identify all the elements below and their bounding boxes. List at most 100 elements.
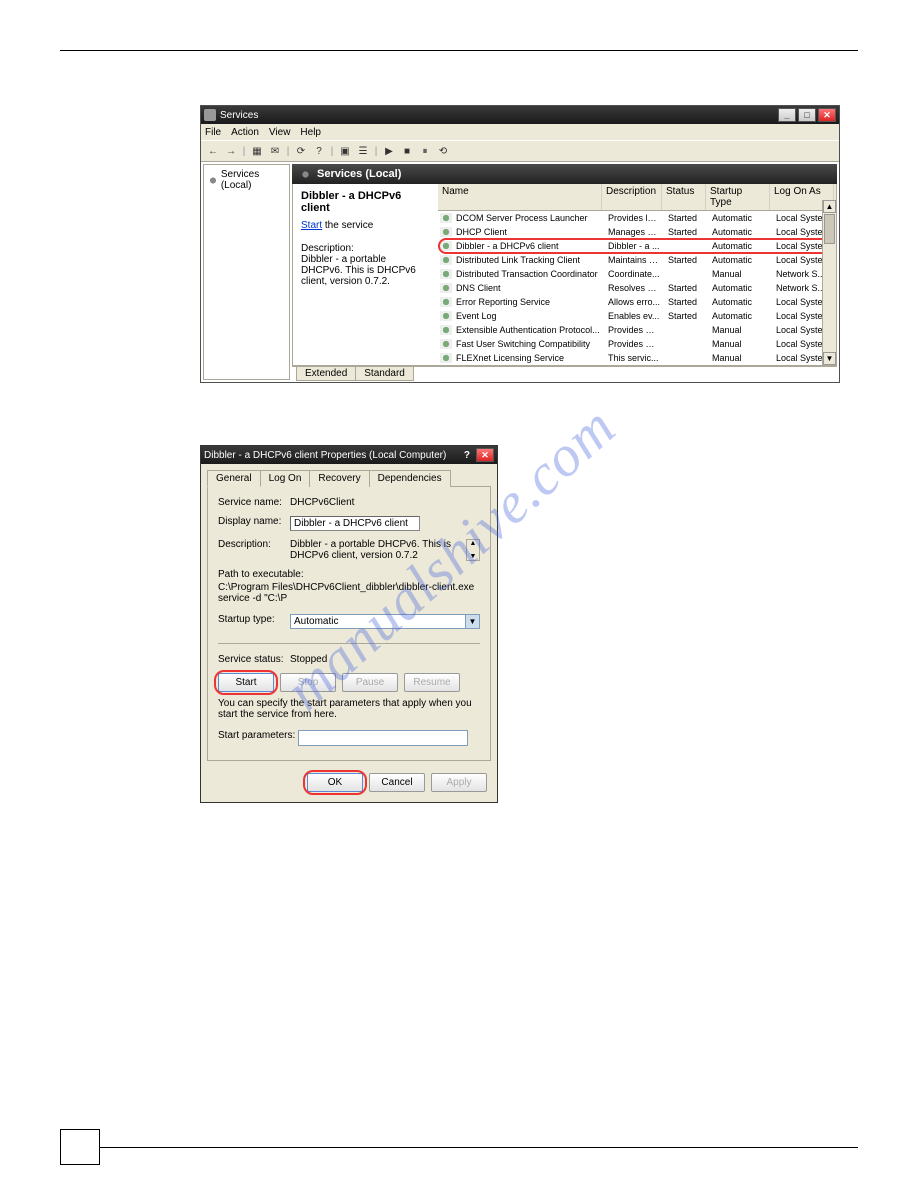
column-headers[interactable]: Name Description Status Startup Type Log…: [438, 184, 836, 211]
service-row-icon: [440, 283, 452, 293]
table-row[interactable]: DCOM Server Process LauncherProvides la.…: [438, 211, 836, 225]
services-menubar: File Action View Help: [201, 124, 839, 140]
table-row[interactable]: Dibbler - a DHCPv6 clientDibbler - a ...…: [438, 239, 836, 253]
menu-file[interactable]: File: [205, 127, 221, 138]
resume-button: Resume: [404, 673, 460, 692]
services-toolbar: ← → | ▦ ✉ | ⟳ ? | ▣ ☰ | ▶ ■ ⏸ ⟲: [201, 140, 839, 162]
tab-logon[interactable]: Log On: [260, 470, 311, 487]
play-icon[interactable]: ▶: [381, 143, 397, 159]
properties-dialog: Dibbler - a DHCPv6 client Properties (Lo…: [200, 445, 498, 803]
start-button[interactable]: Start: [218, 673, 274, 692]
col-startup[interactable]: Startup Type: [706, 184, 770, 210]
services-tree[interactable]: Services (Local): [203, 164, 290, 380]
service-row-icon: [440, 213, 452, 223]
gear-icon: [300, 169, 311, 180]
startup-type-select[interactable]: Automatic ▼: [290, 614, 480, 629]
help-icon[interactable]: ?: [311, 143, 327, 159]
service-name-label: Service name:: [218, 497, 290, 508]
path-value: C:\Program Files\DHCPv6Client_dibbler\di…: [218, 582, 480, 604]
description-label: Description:: [218, 539, 290, 550]
page-footer: [60, 1147, 858, 1148]
table-row[interactable]: Event LogEnables ev...StartedAutomaticLo…: [438, 309, 836, 323]
services-panel-header: Services (Local): [292, 164, 837, 184]
table-row[interactable]: Distributed Link Tracking ClientMaintain…: [438, 253, 836, 267]
scroll-down-icon[interactable]: ▼: [823, 352, 836, 365]
service-row-icon: [440, 241, 452, 251]
context-help-icon[interactable]: ?: [464, 450, 470, 461]
minimize-button[interactable]: _: [778, 108, 796, 122]
table-row[interactable]: Fast User Switching CompatibilityProvide…: [438, 337, 836, 351]
scroll-up-icon[interactable]: ▲: [823, 200, 836, 213]
table-row[interactable]: Extensible Authentication Protocol...Pro…: [438, 323, 836, 337]
table-row[interactable]: FLEXnet Licensing ServiceThis servic...M…: [438, 351, 836, 365]
stop-icon[interactable]: ■: [399, 143, 415, 159]
tab-dependencies[interactable]: Dependencies: [369, 470, 451, 487]
pause-icon[interactable]: ⏸: [417, 143, 433, 159]
ok-button[interactable]: OK: [307, 773, 363, 792]
col-description[interactable]: Description: [602, 184, 662, 210]
maximize-button[interactable]: □: [798, 108, 816, 122]
table-row[interactable]: Distributed Transaction CoordinatorCoord…: [438, 267, 836, 281]
start-params-input[interactable]: [298, 730, 468, 746]
chevron-down-icon[interactable]: ▼: [465, 615, 479, 628]
start-service-link[interactable]: Start: [301, 220, 322, 231]
forward-icon[interactable]: →: [223, 143, 239, 159]
description-text: Dibbler - a portable DHCPv6. This is DHC…: [301, 254, 430, 287]
col-name[interactable]: Name: [438, 184, 602, 210]
display-name-label: Display name:: [218, 516, 290, 527]
service-row-icon: [440, 297, 452, 307]
description-value: Dibbler - a portable DHCPv6. This is DHC…: [290, 539, 466, 561]
table-row[interactable]: Error Reporting ServiceAllows erro...Sta…: [438, 295, 836, 309]
tab-recovery[interactable]: Recovery: [309, 470, 369, 487]
details-icon[interactable]: ☰: [355, 143, 371, 159]
properties-icon[interactable]: ▦: [249, 143, 265, 159]
services-title: Services: [220, 110, 258, 121]
desc-scroll-down-icon[interactable]: ▼: [467, 553, 479, 560]
description-label: Description:: [301, 243, 430, 254]
menu-help[interactable]: Help: [300, 127, 321, 138]
desc-scroll-up-icon[interactable]: ▲: [467, 540, 479, 547]
display-name-value: Dibbler - a DHCPv6 client: [290, 516, 420, 531]
cancel-button[interactable]: Cancel: [369, 773, 425, 792]
start-params-note: You can specify the start parameters tha…: [218, 698, 480, 720]
col-status[interactable]: Status: [662, 184, 706, 210]
tree-root-node[interactable]: Services (Local): [208, 169, 285, 191]
refresh-icon[interactable]: ⟳: [293, 143, 309, 159]
services-titlebar[interactable]: Services _ □ ✕: [201, 106, 839, 124]
tab-general[interactable]: General: [207, 470, 261, 487]
apply-button: Apply: [431, 773, 487, 792]
properties-title: Dibbler - a DHCPv6 client Properties (Lo…: [204, 450, 446, 461]
service-row-icon: [440, 339, 452, 349]
back-icon[interactable]: ←: [205, 143, 221, 159]
startup-type-label: Startup type:: [218, 614, 290, 625]
service-row-icon: [440, 311, 452, 321]
close-button[interactable]: ✕: [818, 108, 836, 122]
service-name-value: DHCPv6Client: [290, 497, 354, 508]
gear-icon: [208, 175, 218, 186]
large-icons-icon[interactable]: ▣: [337, 143, 353, 159]
tab-standard[interactable]: Standard: [355, 367, 414, 381]
service-description-pane: Dibbler - a DHCPv6 client Start the serv…: [293, 184, 438, 365]
scroll-thumb[interactable]: [824, 214, 835, 244]
selected-service-title: Dibbler - a DHCPv6 client: [301, 190, 430, 214]
services-icon: [204, 109, 216, 121]
divider: [218, 643, 480, 644]
menu-action[interactable]: Action: [231, 127, 259, 138]
close-button[interactable]: ✕: [476, 448, 494, 462]
menu-view[interactable]: View: [269, 127, 291, 138]
restart-icon[interactable]: ⟲: [435, 143, 451, 159]
path-label: Path to executable:: [218, 569, 480, 580]
scrollbar[interactable]: ▲ ▼: [822, 200, 836, 365]
service-status-label: Service status:: [218, 654, 290, 665]
export-icon[interactable]: ✉: [267, 143, 283, 159]
tab-extended[interactable]: Extended: [296, 367, 356, 381]
service-row-icon: [440, 255, 452, 265]
pause-button: Pause: [342, 673, 398, 692]
properties-titlebar[interactable]: Dibbler - a DHCPv6 client Properties (Lo…: [201, 446, 497, 464]
table-row[interactable]: DHCP ClientManages n...StartedAutomaticL…: [438, 225, 836, 239]
start-params-label: Start parameters:: [218, 730, 298, 741]
service-row-icon: [440, 269, 452, 279]
table-row[interactable]: DNS ClientResolves a...StartedAutomaticN…: [438, 281, 836, 295]
service-row-icon: [440, 353, 452, 363]
service-status-value: Stopped: [290, 654, 327, 665]
